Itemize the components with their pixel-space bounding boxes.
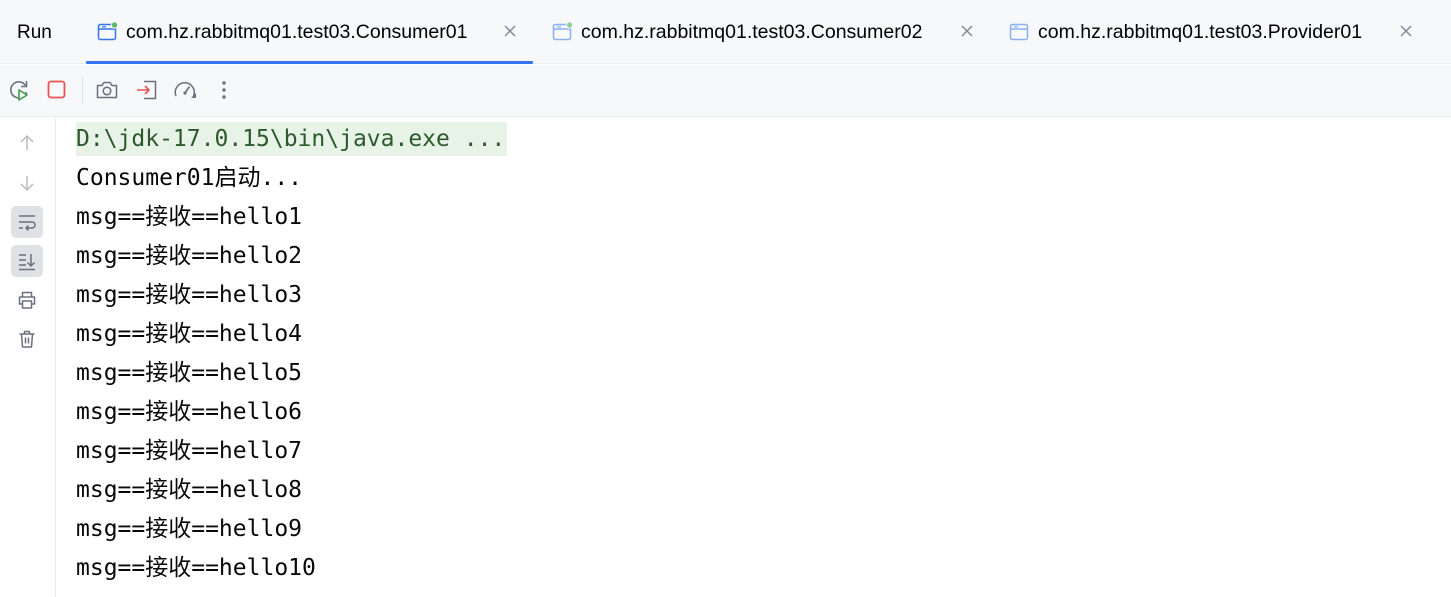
application-icon	[1009, 22, 1029, 41]
console-line: msg==接收==hello1	[76, 204, 303, 230]
console-line: msg==接收==hello3	[76, 282, 303, 308]
tab-consumer02[interactable]: com.hz.rabbitmq01.test03.Consumer02	[541, 0, 986, 64]
run-tab-bar: Run com.hz.rabbitmq01.test03.Consumer01	[0, 0, 1451, 64]
tab-label: com.hz.rabbitmq01.test03.Consumer01	[126, 21, 468, 43]
tab-label: com.hz.rabbitmq01.test03.Consumer02	[581, 21, 923, 43]
rerun-icon[interactable]	[6, 77, 32, 103]
close-icon[interactable]	[1399, 24, 1413, 38]
scroll-to-end-icon[interactable]	[11, 245, 43, 277]
console-line: msg==接收==hello5	[76, 360, 303, 386]
console-line: msg==接收==hello2	[76, 243, 303, 269]
camera-icon[interactable]	[94, 77, 120, 103]
console-line: msg==接收==hello4	[76, 321, 303, 347]
console-line: msg==接收==hello10	[76, 555, 316, 581]
application-running-icon	[552, 21, 574, 41]
stop-icon[interactable]	[44, 77, 70, 103]
soft-wrap-icon[interactable]	[11, 206, 43, 238]
console-line: msg==接收==hello7	[76, 438, 303, 464]
close-icon[interactable]	[960, 24, 974, 38]
exit-icon[interactable]	[134, 77, 160, 103]
console-side-toolbar	[0, 117, 56, 597]
trash-icon[interactable]	[11, 323, 43, 355]
arrow-up-icon[interactable]	[11, 127, 43, 159]
tab-provider01[interactable]: com.hz.rabbitmq01.test03.Provider01	[998, 0, 1428, 64]
console-line: msg==接收==hello8	[76, 477, 303, 503]
toolbar-separator	[82, 77, 83, 105]
profiler-icon[interactable]	[172, 77, 198, 103]
run-title: Run	[17, 22, 52, 43]
console-output[interactable]: D:\jdk-17.0.15\bin\java.exe ... Consumer…	[57, 117, 1451, 597]
application-running-icon	[97, 21, 119, 41]
print-icon[interactable]	[11, 284, 43, 316]
close-icon[interactable]	[503, 24, 517, 38]
console-command-line[interactable]: D:\jdk-17.0.15\bin\java.exe ...	[76, 122, 508, 156]
console-line: msg==接收==hello9	[76, 516, 303, 542]
more-vertical-icon[interactable]	[211, 77, 237, 103]
arrow-down-icon[interactable]	[11, 167, 43, 199]
run-tool-window: Run com.hz.rabbitmq01.test03.Consumer01	[0, 0, 1451, 597]
console-line: Consumer01启动...	[76, 165, 303, 191]
run-toolbar	[0, 65, 1451, 117]
tab-label: com.hz.rabbitmq01.test03.Provider01	[1038, 21, 1363, 43]
tab-consumer01[interactable]: com.hz.rabbitmq01.test03.Consumer01	[86, 0, 533, 64]
console-line: msg==接收==hello6	[76, 399, 303, 425]
